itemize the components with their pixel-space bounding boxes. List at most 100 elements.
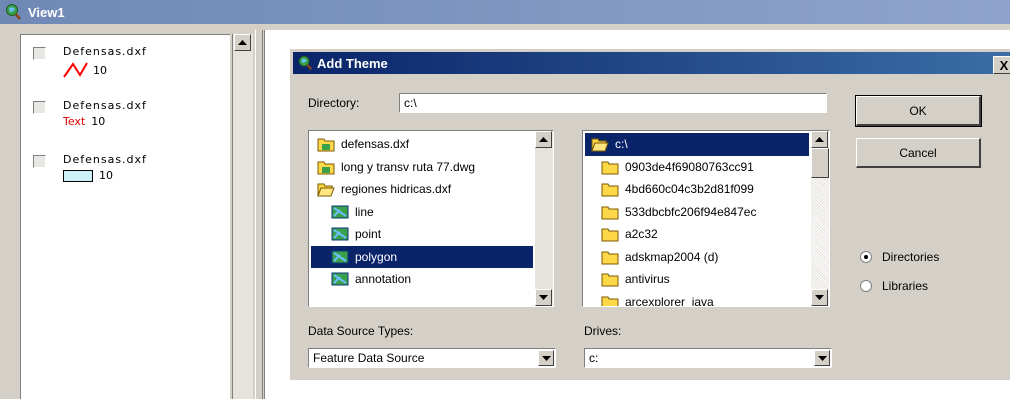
data-source-value: Feature Data Source <box>313 351 425 365</box>
directory-list[interactable]: c:\ 0903de4f69080763cc91 4bd660c04c3b2d8… <box>582 130 830 307</box>
list-item[interactable]: annotation <box>311 268 533 291</box>
list-item-label: 533dbcbfc206f94e847ec <box>625 204 757 219</box>
folder-icon <box>601 228 619 242</box>
folder-icon <box>601 206 619 220</box>
list-item-label: arcexplorer_java <box>625 294 714 307</box>
list-item-label: c:\ <box>615 137 628 152</box>
drives-select[interactable]: c: <box>584 348 832 368</box>
arrow-up-icon <box>539 137 548 142</box>
drives-label: Drives: <box>584 324 622 338</box>
theme-icon <box>331 272 349 286</box>
legend-checkbox[interactable] <box>33 47 46 60</box>
list-item[interactable]: 0903de4f69080763cc91 <box>585 156 809 179</box>
arrow-down-icon <box>815 295 824 300</box>
list-item[interactable]: line <box>311 201 533 224</box>
directory-field[interactable]: c:\ <box>399 93 827 113</box>
folder-icon <box>317 161 335 175</box>
pane-splitter[interactable] <box>255 30 263 399</box>
folder-icon <box>601 273 619 287</box>
list-item[interactable]: arcexplorer_java <box>585 291 809 307</box>
list-scrollbar[interactable] <box>535 131 553 306</box>
legend-checkbox[interactable] <box>33 101 46 114</box>
list-item[interactable]: defensas.dxf <box>311 133 533 156</box>
folder-icon <box>601 161 619 175</box>
folder-icon <box>601 183 619 197</box>
radio-unselected-icon <box>860 280 872 292</box>
libraries-radio[interactable]: Libraries <box>860 279 928 293</box>
dialog-title: Add Theme <box>317 55 388 71</box>
chevron-down-icon <box>541 355 551 361</box>
globe-magnifier-icon <box>298 55 313 70</box>
directories-radio[interactable]: Directories <box>860 250 939 264</box>
add-theme-dialog: Add Theme X Directory: c:\ OK Cancel def… <box>289 48 1010 380</box>
open-folder-icon <box>591 138 609 152</box>
list-item-label: a2c32 <box>625 227 658 242</box>
list-item[interactable]: point <box>311 223 533 246</box>
data-source-label: Data Source Types: <box>308 324 414 338</box>
scroll-thumb[interactable] <box>811 148 829 178</box>
list-item[interactable]: polygon <box>311 245 533 268</box>
chevron-down-icon <box>817 355 827 361</box>
dropdown-button[interactable] <box>814 350 830 366</box>
list-item-label: adskmap2004 (d) <box>625 249 719 264</box>
dropdown-button[interactable] <box>538 350 554 366</box>
legend-checkbox[interactable] <box>33 155 46 168</box>
list-item-label: polygon <box>355 249 398 264</box>
list-item[interactable]: long y transv ruta 77.dwg <box>311 156 533 179</box>
dialog-title-bar[interactable]: Add Theme X <box>293 52 1010 74</box>
ok-button[interactable]: OK <box>855 95 982 127</box>
scroll-down-button[interactable] <box>535 289 552 306</box>
list-item[interactable]: c:\ <box>585 133 809 156</box>
scroll-down-button[interactable] <box>811 289 828 306</box>
folder-icon <box>601 251 619 265</box>
list-item[interactable]: adskmap2004 (d) <box>585 246 809 269</box>
window-title-bar[interactable]: View1 <box>0 0 1010 24</box>
window-title: View1 <box>28 4 65 20</box>
globe-magnifier-icon <box>6 4 21 20</box>
list-item[interactable]: antivirus <box>585 268 809 291</box>
radio-label: Libraries <box>882 279 929 293</box>
legend-scrollbar[interactable] <box>232 34 253 399</box>
list-item[interactable]: a2c32 <box>585 223 809 246</box>
list-item[interactable]: regiones hidricas.dxf <box>311 178 533 201</box>
theme-icon <box>331 250 349 264</box>
theme-icon <box>331 227 349 241</box>
arrow-up-icon <box>815 137 824 142</box>
polygon-symbol-icon <box>63 169 93 182</box>
scroll-up-button[interactable] <box>811 131 828 148</box>
list-item-label: line <box>355 204 374 219</box>
radio-label: Directories <box>882 250 940 264</box>
close-button[interactable]: X <box>993 56 1010 74</box>
cancel-button[interactable]: Cancel <box>856 138 981 168</box>
legend-size: 10 <box>99 169 113 182</box>
scroll-up-button[interactable] <box>234 34 251 51</box>
legend-symbol: 10 <box>63 61 107 79</box>
radio-selected-icon <box>860 251 872 263</box>
list-scrollbar[interactable] <box>811 131 829 306</box>
theme-icon <box>331 205 349 219</box>
list-item[interactable]: 533dbcbfc206f94e847ec <box>585 201 809 224</box>
scroll-up-button[interactable] <box>535 131 552 148</box>
folder-icon <box>317 138 335 152</box>
arrow-up-icon <box>238 40 247 45</box>
theme-source-list[interactable]: defensas.dxf long y transv ruta 77.dwg r… <box>308 130 554 307</box>
list-item[interactable]: 4bd660c04c3b2d81f099 <box>585 178 809 201</box>
drives-value: c: <box>589 351 599 365</box>
list-item-label: 4bd660c04c3b2d81f099 <box>625 182 754 197</box>
data-source-select[interactable]: Feature Data Source <box>308 348 556 368</box>
legend-size: 10 <box>91 115 106 128</box>
legend-item-name: Defensas.dxf <box>63 45 147 58</box>
line-symbol-icon <box>63 62 88 78</box>
list-item-label: defensas.dxf <box>341 137 410 152</box>
close-icon: X <box>999 57 1009 73</box>
list-item-label: antivirus <box>625 272 670 287</box>
legend-item-name: Defensas.dxf <box>63 99 147 112</box>
arrow-down-icon <box>539 295 548 300</box>
list-item-label: 0903de4f69080763cc91 <box>625 159 754 174</box>
open-folder-icon <box>317 183 335 197</box>
list-item-label: point <box>355 227 382 242</box>
legend-panel: Defensas.dxf 10 Defensas.dxf Text 10 Def… <box>20 34 230 399</box>
legend-symbol: 10 <box>63 169 113 182</box>
list-item-label: long y transv ruta 77.dwg <box>341 159 476 174</box>
legend-symbol: Text 10 <box>63 115 105 128</box>
